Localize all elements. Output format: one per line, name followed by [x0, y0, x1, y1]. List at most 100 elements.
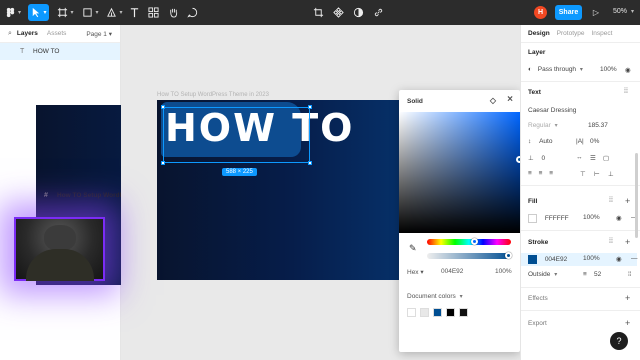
letter-spacing-icon: |A| [576, 138, 584, 145]
text-tool-button[interactable] [127, 4, 141, 21]
stroke-position-dropdown[interactable]: Outside [528, 271, 550, 278]
saturation-value-area[interactable] [399, 112, 520, 233]
align-left-icon[interactable]: ≡ [528, 170, 532, 177]
fill-hex[interactable]: FFFFFF [545, 215, 569, 222]
style-icon[interactable]: ◇ [490, 96, 496, 105]
swatch-light-gray[interactable] [420, 308, 429, 317]
link-button[interactable] [371, 4, 385, 21]
opacity-input[interactable]: 100% [495, 268, 512, 276]
add-fill-icon[interactable]: + [625, 196, 630, 206]
move-tool-button[interactable]: ▾ [28, 4, 49, 21]
shape-tool-button[interactable]: ▾ [80, 4, 101, 21]
swatch-black[interactable] [446, 308, 455, 317]
stroke-settings-icon[interactable]: ⁞⁞ [628, 271, 632, 278]
effects-section-title: Effects [528, 295, 548, 302]
eye-icon[interactable]: ◉ [625, 66, 631, 74]
resize-handle-bl[interactable] [161, 161, 165, 165]
stroke-row[interactable]: 004E92 100% ◉ — [521, 253, 638, 266]
stroke-styles-icon[interactable]: ⁞⁞ [609, 238, 613, 245]
line-height-input[interactable]: Auto [539, 138, 552, 145]
frame-tool-button[interactable]: ▾ [55, 4, 76, 21]
text-options-icon[interactable]: ⁞⁞ [624, 88, 628, 95]
resources-icon [147, 7, 159, 18]
page-selector[interactable]: Page 1 ▾ [86, 30, 112, 38]
layers-panel: ⌕ Layers Assets Page 1 ▾ # How TO Setup … [0, 25, 336, 360]
letter-spacing-input[interactable]: 0% [590, 138, 599, 145]
align-right-icon[interactable]: ≡ [549, 170, 553, 177]
auto-width-icon[interactable]: ↔ [576, 154, 583, 161]
color-format-dropdown[interactable]: Hex ▾ [407, 268, 441, 276]
swatch-black-2[interactable] [459, 308, 468, 317]
resources-tool-button[interactable] [146, 4, 160, 21]
tab-layers[interactable]: Layers [17, 30, 38, 37]
frame-label[interactable]: How TO Setup WordPress Theme in 2023 [157, 92, 269, 98]
opacity-slider[interactable] [427, 252, 512, 259]
auto-height-icon[interactable]: ☰ [590, 154, 596, 162]
align-center-icon[interactable]: ≡ [539, 170, 543, 177]
font-size-input[interactable]: 185.37 [588, 122, 608, 129]
fill-opacity[interactable]: 100% [583, 214, 600, 221]
font-style-dropdown[interactable]: Regular [528, 122, 551, 129]
stroke-eye-icon[interactable]: ◉ [616, 255, 622, 263]
pen-tool-button[interactable]: ▾ [104, 4, 125, 21]
fill-styles-icon[interactable]: ⁞⁞ [609, 197, 613, 204]
add-export-icon[interactable]: + [625, 318, 630, 328]
crop-button[interactable] [311, 4, 325, 21]
fill-eye-icon[interactable]: ◉ [616, 214, 622, 222]
share-button[interactable]: Share [555, 5, 582, 20]
resize-handle-br[interactable] [308, 161, 312, 165]
hue-slider-knob[interactable] [471, 238, 478, 245]
font-family-dropdown[interactable]: Caesar Dressing [528, 107, 636, 114]
align-bottom-icon[interactable]: ⊥ [608, 170, 614, 178]
divider [521, 230, 640, 231]
user-avatar[interactable]: H [534, 6, 547, 19]
swatch-white[interactable] [407, 308, 416, 317]
tab-assets[interactable]: Assets [47, 30, 67, 37]
hue-slider[interactable] [427, 238, 511, 245]
stroke-weight-input[interactable]: 52 [594, 271, 601, 278]
remove-stroke-icon[interactable]: — [631, 255, 638, 262]
resize-handle-tl[interactable] [161, 105, 165, 109]
zoom-dropdown[interactable]: 50% ▾ [613, 8, 634, 15]
stroke-swatch[interactable] [528, 255, 537, 264]
link-icon [374, 8, 382, 17]
component-icon [332, 7, 344, 18]
add-stroke-icon[interactable]: + [625, 237, 630, 247]
paragraph-spacing-input[interactable]: 0 [541, 155, 545, 162]
layer-opacity-input[interactable]: 100% [600, 66, 617, 73]
opacity-slider-knob[interactable] [505, 252, 512, 259]
right-panel-scrollbar[interactable] [635, 153, 638, 238]
fill-row[interactable]: FFFFFF 100% ◉ — [528, 214, 638, 223]
fixed-size-icon[interactable]: ▢ [603, 154, 609, 162]
comment-tool-button[interactable] [185, 4, 199, 21]
page-name: Page 1 [86, 31, 107, 38]
layer-item-text[interactable]: T HOW TO [0, 43, 120, 60]
document-colors-dropdown[interactable]: Document colors ▾ [407, 293, 463, 300]
tab-prototype[interactable]: Prototype [557, 30, 585, 37]
stroke-opacity[interactable]: 100% [583, 255, 600, 262]
stroke-hex[interactable]: 004E92 [545, 256, 567, 263]
align-middle-icon[interactable]: ⊢ [594, 170, 600, 178]
component-button[interactable] [331, 4, 345, 21]
search-icon[interactable]: ⌕ [8, 30, 12, 38]
fill-type-dropdown[interactable]: Solid [407, 98, 423, 105]
add-effect-icon[interactable]: + [625, 293, 630, 303]
document-colors-label: Document colors [407, 293, 456, 300]
fill-swatch[interactable] [528, 214, 537, 223]
hex-input[interactable]: 004E92 [441, 268, 495, 276]
blend-mode-dropdown[interactable]: Pass through [538, 66, 576, 73]
present-button[interactable]: ▷ [590, 4, 602, 21]
align-top-icon[interactable]: ⊤ [580, 170, 586, 178]
tab-inspect[interactable]: Inspect [592, 30, 613, 37]
hand-tool-button[interactable] [166, 4, 180, 21]
close-icon[interactable]: × [507, 94, 513, 105]
mask-button[interactable] [351, 4, 365, 21]
swatch-blue[interactable] [433, 308, 442, 317]
resize-handle-tr[interactable] [308, 105, 312, 109]
eyedropper-icon[interactable]: ✎ [409, 243, 417, 254]
help-button[interactable]: ? [610, 332, 628, 350]
figma-menu-icon[interactable]: ▾ [5, 4, 21, 21]
help-icon: ? [616, 336, 622, 346]
left-panel-tabs: ⌕ Layers Assets Page 1 ▾ [0, 25, 120, 43]
tab-design[interactable]: Design [528, 30, 550, 37]
